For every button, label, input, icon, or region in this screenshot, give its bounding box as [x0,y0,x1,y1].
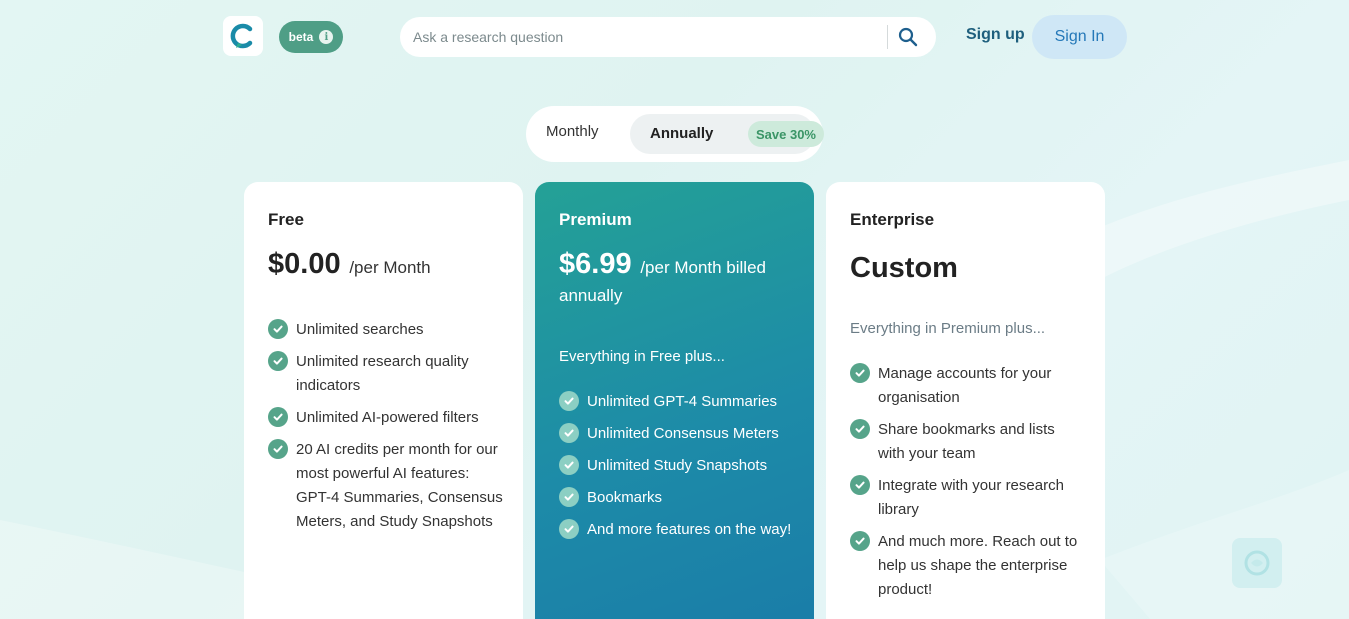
price-period: /per Month [349,258,431,277]
beta-badge[interactable]: beta i [279,21,343,53]
check-circle-icon [268,439,288,459]
feature-item: Unlimited research quality indicators [268,350,508,398]
feature-item: And more features on the way! [559,518,799,542]
check-circle-icon [850,363,870,383]
consensus-logo[interactable] [223,16,263,56]
plan-intro: Everything in Premium plus... [850,320,1046,337]
price-amount: Custom [850,252,958,284]
feature-item: Unlimited AI-powered filters [268,406,508,430]
plan-price: $0.00 /per Month [268,250,508,282]
plan-price: $6.99 /per Month billed annually [559,250,799,310]
feature-list: Unlimited GPT-4 Summaries Unlimited Cons… [559,390,799,550]
feature-item: Bookmarks [559,486,799,510]
feature-item: And much more. Reach out to help us shap… [850,530,1082,602]
billing-period-toggle: Monthly Annually Save 30% [526,106,824,162]
feature-item: Unlimited GPT-4 Summaries [559,390,799,414]
plan-card-premium: Premium $6.99 /per Month billed annually… [535,182,814,619]
check-circle-icon [850,531,870,551]
check-circle-icon [850,419,870,439]
feature-item: Manage accounts for your organisation [850,362,1082,410]
search-divider [887,25,888,49]
beta-label: beta [288,30,314,44]
plan-name: Enterprise [850,210,935,229]
billing-option-annually[interactable]: Annually Save 30% [630,114,824,154]
plan-card-enterprise: Enterprise Custom Everything in Premium … [826,182,1105,619]
feature-item: Integrate with your research library [850,474,1082,522]
consensus-logo-icon [230,23,253,49]
feature-item: Unlimited Study Snapshots [559,454,799,478]
check-circle-icon [559,519,579,539]
plan-intro: Everything in Free plus... [559,348,725,365]
search-bar [400,17,936,57]
save-badge: Save 30% [748,121,824,147]
check-circle-icon [559,423,579,443]
feature-list: Manage accounts for your organisation Sh… [850,362,1082,610]
feature-list: Unlimited searches Unlimited research qu… [268,318,508,542]
plan-card-free: Free $0.00 /per Month Unlimited searches… [244,182,523,619]
check-circle-icon [559,487,579,507]
billing-option-monthly[interactable]: Monthly [546,123,599,140]
sign-in-button[interactable]: Sign In [1032,15,1127,59]
price-amount: $6.99 [559,248,632,280]
plan-name: Free [268,210,304,229]
chat-widget-icon [1244,550,1270,576]
sign-up-link[interactable]: Sign up [966,26,1025,44]
feature-item: Unlimited searches [268,318,508,342]
check-circle-icon [268,351,288,371]
feature-item: 20 AI credits per month for our most pow… [268,438,508,534]
annually-label: Annually [650,125,714,142]
check-circle-icon [559,455,579,475]
search-input[interactable] [413,25,883,49]
price-amount: $0.00 [268,248,341,280]
check-circle-icon [268,319,288,339]
info-icon: i [319,30,334,44]
check-circle-icon [559,391,579,411]
check-circle-icon [268,407,288,427]
feature-item: Share bookmarks and lists with your team [850,418,1082,466]
chat-widget-button[interactable] [1232,538,1282,588]
feature-item: Unlimited Consensus Meters [559,422,799,446]
search-icon [898,27,918,47]
check-circle-icon [850,475,870,495]
plan-name: Premium [559,210,632,229]
search-button[interactable] [896,25,920,49]
